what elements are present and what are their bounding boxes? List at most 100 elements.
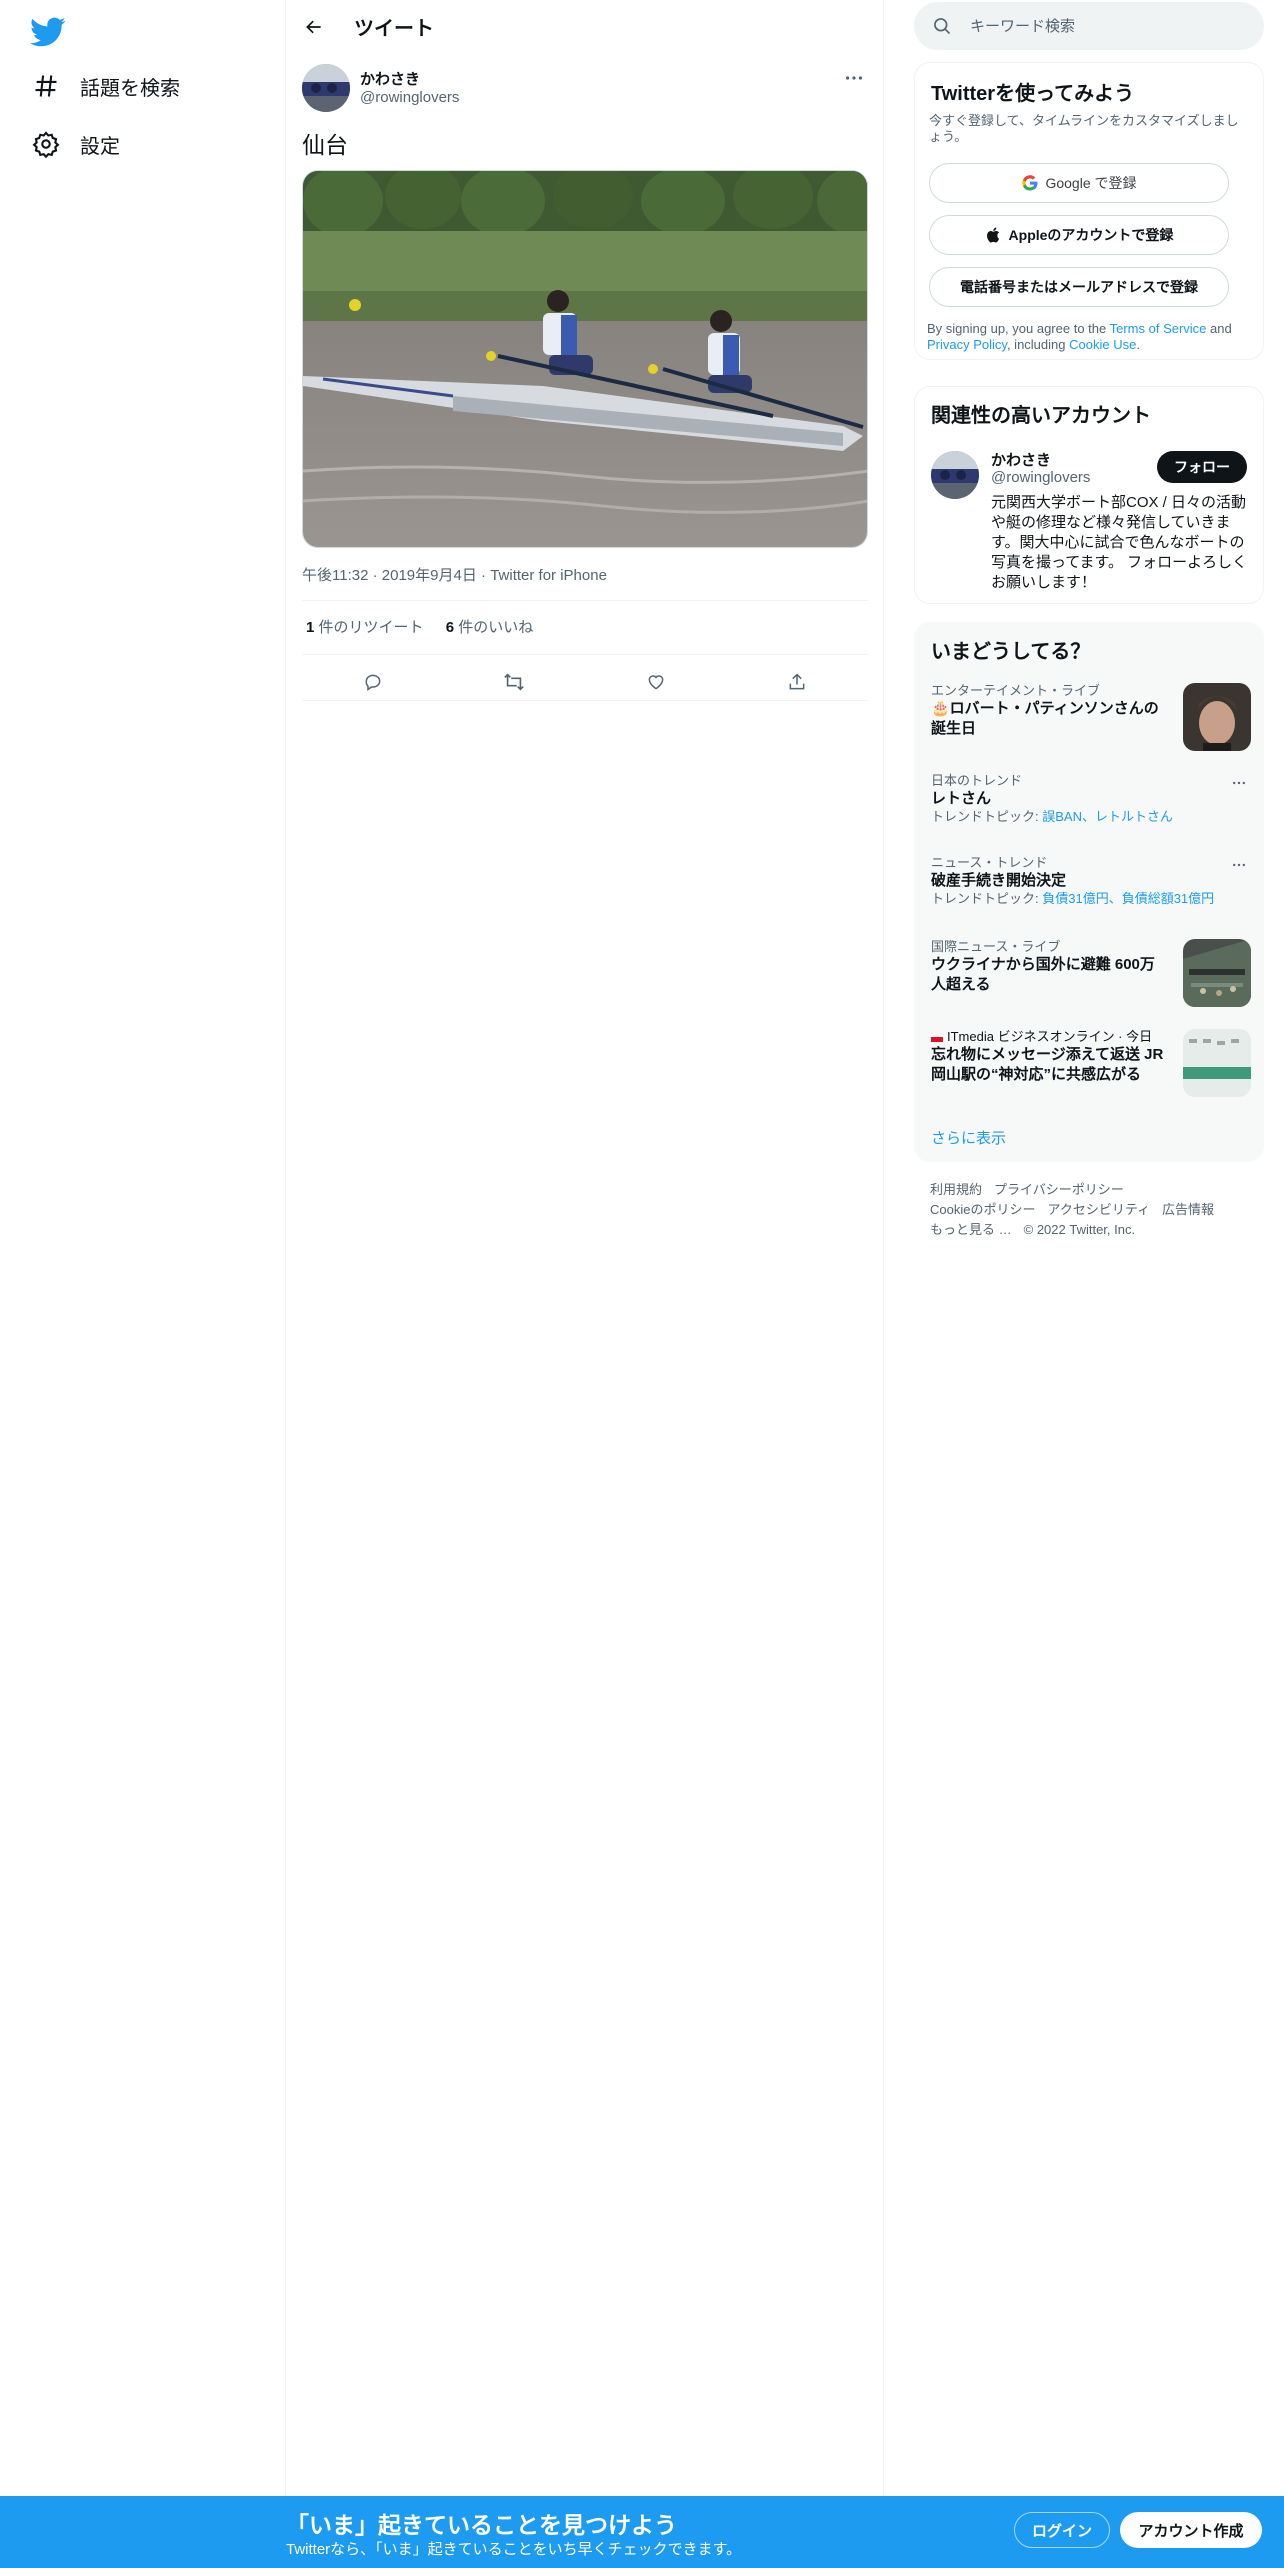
twitter-bird-icon[interactable]	[30, 14, 66, 50]
more-dots-icon	[1233, 863, 1245, 867]
trend-topics-prefix: トレンドトピック:	[931, 891, 1043, 906]
trend-topics-links[interactable]: 誤BAN、レトルトさん	[1042, 809, 1173, 824]
footer-link-ads[interactable]: 広告情報	[1162, 1202, 1214, 1217]
bottom-signup-banner: 「いま」起きていることを見つけよう Twitterなら、「いま」起きていることを…	[0, 2496, 1284, 2568]
trend-item[interactable]: ITmedia ビジネスオンライン · 今日 忘れ物にメッセージ添えて返送 JR…	[931, 1029, 1251, 1105]
page-header: ツイート	[286, 0, 884, 53]
trend-item[interactable]: ニュース・トレンド 破産手続き開始決定 トレンドトピック: 負債31億円、負債総…	[931, 855, 1251, 915]
nav-item-explore[interactable]: 話題を検索	[32, 60, 180, 112]
trend-title: ウクライナから国外に避難 600万人超える	[931, 956, 1155, 993]
tweet-author: かわさき @rowinglovers	[302, 60, 868, 112]
retweet-label: 件のリツイート	[314, 619, 424, 636]
author-handle[interactable]: @rowinglovers	[360, 89, 459, 106]
footer-row: もっと見る … © 2022 Twitter, Inc.	[930, 1220, 1260, 1240]
footer-link-accessibility[interactable]: アクセシビリティ	[1047, 1202, 1150, 1217]
show-more-link[interactable]: さらに表示	[931, 1127, 1006, 1148]
author-name[interactable]: かわさき	[360, 68, 420, 89]
trend-image	[1183, 1029, 1251, 1097]
trend-more-button[interactable]	[1227, 855, 1251, 875]
trend-item[interactable]: 国際ニュース・ライブ ウクライナから国外に避難 600万人超える	[931, 939, 1251, 1015]
avatar[interactable]	[302, 64, 350, 112]
tweet-text: 仙台	[302, 132, 348, 158]
related-account-name[interactable]: かわさき	[991, 449, 1051, 470]
trend-topics-links[interactable]: 負債31億円、負債総額31億円	[1042, 891, 1214, 906]
footer-link-privacy[interactable]: プライバシーポリシー	[994, 1182, 1124, 1197]
cookie-link[interactable]: Cookie Use	[1069, 337, 1136, 352]
phone-signup-button[interactable]: 電話番号またはメールアドレスで登録	[929, 267, 1229, 307]
retweet-icon[interactable]	[496, 664, 532, 700]
legal-and: and	[1206, 321, 1232, 336]
trend-title: 破産手続き開始決定	[931, 872, 1067, 889]
tweet-date[interactable]: 2019年9月4日	[382, 567, 477, 584]
banner-title: 「いま」起きていることを見つけよう	[286, 2512, 677, 2538]
tweet-actions	[302, 658, 868, 706]
footer-row: 利用規約 プライバシーポリシー	[930, 1180, 1260, 1200]
like-stat[interactable]: 6 件のいいね	[446, 619, 534, 636]
nav-item-explore-label: 話題を検索	[80, 77, 180, 100]
create-account-button[interactable]: アカウント作成	[1120, 2512, 1262, 2548]
more-button[interactable]	[840, 66, 868, 90]
trend-topics-prefix: トレンドトピック:	[931, 809, 1043, 824]
trend-item[interactable]: 日本のトレンド レトさん トレンドトピック: 誤BAN、レトルトさん	[931, 773, 1251, 833]
like-icon[interactable]	[638, 664, 674, 700]
divider	[302, 700, 868, 701]
legal-prefix: By signing up, you agree to the	[927, 321, 1110, 336]
page-title: ツイート	[354, 18, 434, 40]
itmedia-icon	[931, 1033, 943, 1042]
footer-row: Cookieのポリシー アクセシビリティ 広告情報	[930, 1200, 1260, 1220]
gear-icon	[32, 130, 60, 158]
follow-button[interactable]: フォロー	[1157, 451, 1247, 483]
trend-image	[1183, 683, 1251, 751]
reply-icon[interactable]	[355, 664, 391, 700]
meta-separator-2: ·	[481, 567, 487, 584]
more-dots-icon	[846, 76, 862, 80]
search-input[interactable]	[970, 17, 1250, 35]
trend-more-button[interactable]	[1227, 773, 1251, 793]
signup-card: Twitterを使ってみよう 今すぐ登録して、タイムラインをカスタマイズしましょ…	[914, 62, 1264, 360]
google-signup-button[interactable]: Google で登録	[929, 163, 1229, 203]
related-accounts-card: 関連性の高いアカウント かわさき @rowinglovers フォロー 元関西大…	[914, 386, 1264, 604]
tweet-stats: 1 件のリツイート 6 件のいいね	[306, 616, 551, 637]
footer: 利用規約 プライバシーポリシー Cookieのポリシー アクセシビリティ 広告情報 も…	[930, 1180, 1260, 1240]
signup-legal-text: By signing up, you agree to the Terms of…	[927, 321, 1253, 353]
footer-link-cookie[interactable]: Cookieのポリシー	[930, 1202, 1035, 1217]
terms-link[interactable]: Terms of Service	[1110, 321, 1207, 336]
tweet-photo[interactable]	[302, 170, 868, 548]
signup-card-title: Twitterを使ってみよう	[931, 83, 1135, 105]
share-icon[interactable]	[779, 664, 815, 700]
trend-image	[1183, 939, 1251, 1007]
google-signup-label: Google で登録	[1045, 175, 1137, 191]
related-account-bio: 元関西大学ボート部COX / 日々の活動や艇の修理など様々発信していきます。関大…	[991, 494, 1248, 591]
trends-card: いまどうしてる？ エンターテイメント・ライブ 🎂ロバート・パティンソンさんの誕生…	[914, 622, 1264, 1162]
login-button[interactable]: ログイン	[1014, 2512, 1110, 2548]
search-bar[interactable]	[914, 2, 1264, 50]
nav-item-settings[interactable]: 設定	[32, 118, 120, 170]
footer-more-link[interactable]: もっと見る …	[930, 1222, 1012, 1237]
banner-subtitle: Twitterなら、「いま」起きていることをいち早くチェックできます。	[286, 2541, 742, 2558]
phone-signup-label: 電話番号またはメールアドレスで登録	[960, 279, 1198, 295]
apple-icon	[986, 227, 999, 243]
apple-signup-label: Appleのアカウントで登録	[1008, 227, 1174, 243]
trend-source: ITmedia ビジネスオンライン · 今日	[947, 1029, 1153, 1044]
footer-link-terms[interactable]: 利用規約	[930, 1182, 982, 1197]
related-card-title: 関連性の高いアカウント	[931, 405, 1151, 427]
more-dots-icon	[1233, 781, 1245, 785]
trend-title: 忘れ物にメッセージ添えて返送 JR岡山駅の“神対応”に共感広がる	[931, 1046, 1164, 1083]
avatar[interactable]	[931, 451, 979, 499]
trend-item[interactable]: エンターテイメント・ライブ 🎂ロバート・パティンソンさんの誕生日	[931, 683, 1251, 759]
tweet: かわさき @rowinglovers 仙台 午後11:32 · 2019年9月4…	[302, 60, 868, 701]
privacy-link[interactable]: Privacy Policy	[927, 337, 1007, 352]
retweet-stat[interactable]: 1 件のリツイート	[306, 619, 424, 636]
related-account-handle[interactable]: @rowinglovers	[991, 469, 1090, 486]
trend-topics: トレンドトピック: 誤BAN、レトルトさん	[931, 809, 1251, 825]
like-label: 件のいいね	[454, 619, 534, 636]
tweet-source[interactable]: Twitter for iPhone	[490, 567, 607, 584]
legal-period: .	[1136, 337, 1140, 352]
tweet-time[interactable]: 午後11:32	[302, 567, 368, 584]
trend-topics: トレンドトピック: 負債31億円、負債総額31億円	[931, 891, 1251, 907]
main-column: ツイート かわさき @rowinglovers 仙台 午後11:32 · 201…	[286, 0, 884, 2496]
like-count: 6	[445, 619, 455, 636]
back-button[interactable]	[296, 9, 332, 45]
divider	[302, 654, 868, 655]
apple-signup-button[interactable]: Appleのアカウントで登録	[929, 215, 1229, 255]
